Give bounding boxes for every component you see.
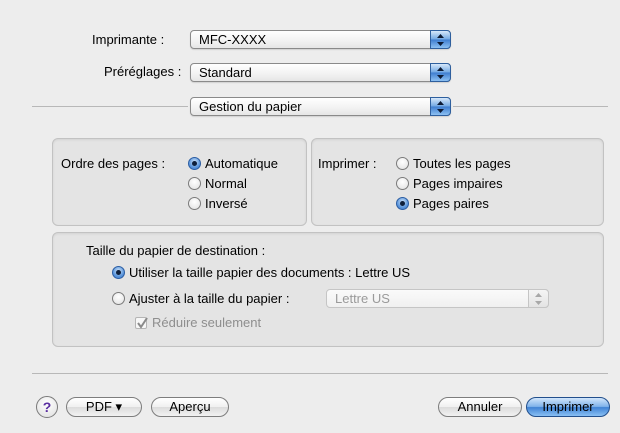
popup-arrows-icon — [430, 97, 451, 116]
use-document-size-radio[interactable] — [112, 266, 125, 279]
page-order-normal-radio[interactable] — [188, 177, 201, 190]
fit-to-paper-label[interactable]: Ajuster à la taille du papier : — [129, 291, 289, 306]
reduce-only-checkbox[interactable] — [135, 317, 148, 329]
paper-size-label: Taille du papier de destination : — [86, 243, 266, 258]
presets-popup[interactable]: Standard — [190, 63, 451, 82]
checkmark-icon — [137, 317, 148, 329]
presets-label: Préréglages : — [104, 64, 182, 79]
reduce-only-label[interactable]: Réduire seulement — [152, 315, 261, 330]
help-button[interactable]: ? — [36, 396, 58, 418]
print-button[interactable]: Imprimer — [526, 397, 610, 417]
panel-popup[interactable]: Gestion du papier — [190, 97, 451, 116]
print-label: Imprimer : — [318, 156, 377, 171]
printer-popup[interactable]: MFC-XXXX — [190, 30, 451, 49]
divider-right — [453, 106, 608, 107]
divider-left — [32, 106, 188, 107]
page-order-reverse-label[interactable]: Inversé — [205, 196, 248, 211]
printer-label: Imprimante : — [92, 32, 165, 47]
print-odd-label[interactable]: Pages impaires — [413, 176, 503, 191]
popup-arrows-icon — [430, 63, 451, 82]
popup-arrows-icon — [430, 30, 451, 49]
page-order-auto-radio[interactable] — [188, 157, 201, 170]
pdf-button[interactable]: PDF ▾ — [66, 397, 142, 417]
printer-value: MFC-XXXX — [199, 32, 267, 47]
page-order-auto-label[interactable]: Automatique — [205, 156, 278, 171]
fit-paper-value: Lettre US — [335, 291, 390, 306]
panel-value: Gestion du papier — [199, 99, 302, 114]
print-even-label[interactable]: Pages paires — [413, 196, 489, 211]
print-all-radio[interactable] — [396, 157, 409, 170]
popup-arrows-icon — [528, 289, 549, 308]
cancel-button[interactable]: Annuler — [438, 397, 522, 417]
page-order-label: Ordre des pages : — [61, 156, 166, 171]
fit-paper-popup[interactable]: Lettre US — [326, 289, 549, 308]
print-all-label[interactable]: Toutes les pages — [413, 156, 511, 171]
footer-divider — [32, 373, 608, 374]
page-order-group — [52, 138, 307, 226]
preview-button[interactable]: Aperçu — [151, 397, 229, 417]
fit-to-paper-radio[interactable] — [112, 292, 125, 305]
print-even-radio[interactable] — [396, 197, 409, 210]
print-odd-radio[interactable] — [396, 177, 409, 190]
page-order-reverse-radio[interactable] — [188, 197, 201, 210]
use-document-size-label[interactable]: Utiliser la taille papier des documents … — [129, 265, 410, 280]
page-order-normal-label[interactable]: Normal — [205, 176, 247, 191]
presets-value: Standard — [199, 65, 252, 80]
